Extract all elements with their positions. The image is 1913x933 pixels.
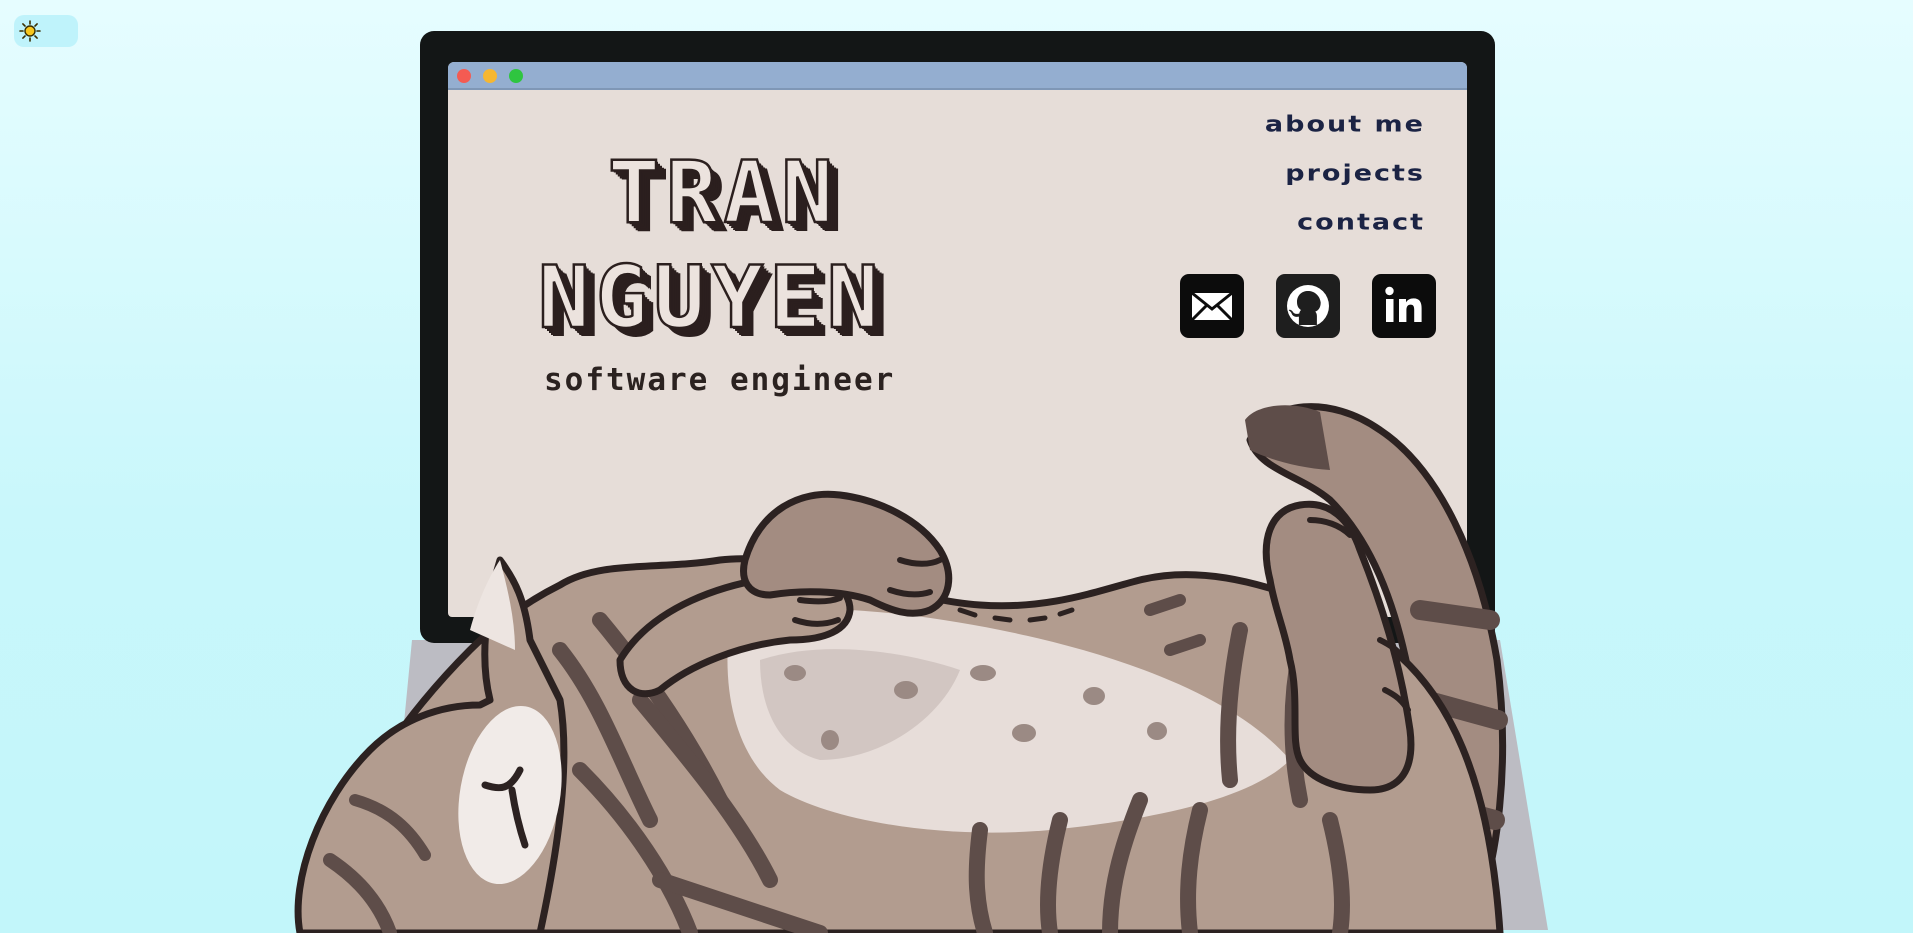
nav-about-link[interactable]: about me (1265, 104, 1425, 144)
theme-toggle[interactable] (14, 15, 78, 47)
linkedin-icon (1385, 286, 1422, 322)
window-titlebar (448, 62, 1467, 90)
main-nav: about me projects contact (1265, 100, 1425, 247)
github-icon (1287, 285, 1329, 327)
browser-window: TRAN NGUYEN software engineer about me p… (448, 62, 1467, 617)
github-button[interactable] (1276, 274, 1340, 338)
linkedin-button[interactable] (1372, 274, 1436, 338)
hero-subtitle: software engineer (544, 362, 896, 398)
hero-first-name: TRAN (607, 143, 840, 243)
close-window-button[interactable] (457, 69, 471, 83)
minimize-window-button[interactable] (483, 69, 497, 83)
sun-icon (19, 20, 41, 42)
nav-contact-link[interactable]: contact (1265, 202, 1425, 242)
email-button[interactable] (1180, 274, 1244, 338)
hero-last-name: NGUYEN (537, 248, 885, 348)
mail-icon (1190, 291, 1234, 322)
maximize-window-button[interactable] (509, 69, 523, 83)
nav-projects-link[interactable]: projects (1265, 153, 1425, 193)
